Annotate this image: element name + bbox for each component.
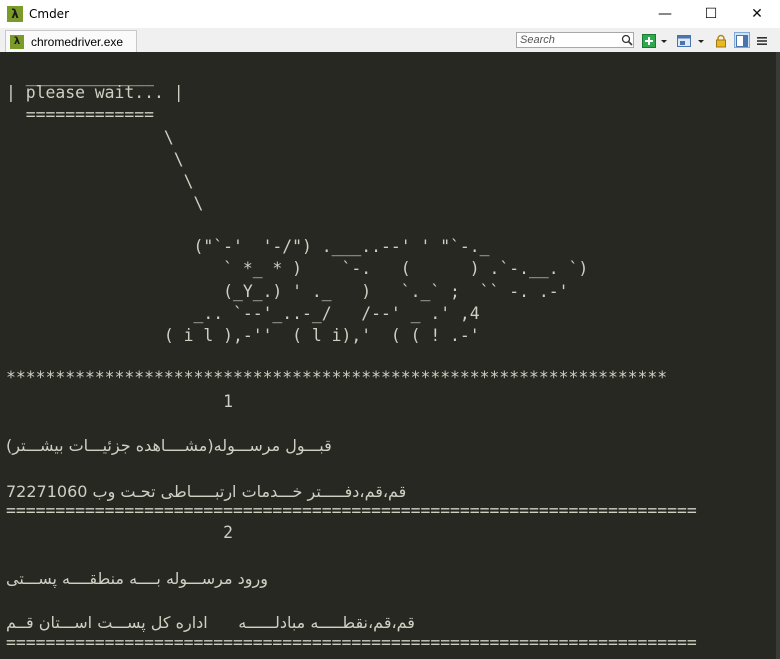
console-line: | please wait... | xyxy=(6,83,184,102)
console-line: ============= xyxy=(6,105,155,124)
persian-line: قم،قم،دفـــــتر خـــدمات ارتبـــــاطی تح… xyxy=(6,482,407,501)
title-bar: λ Cmder — ☐ ✕ xyxy=(0,0,780,28)
console-line: ****************************************… xyxy=(6,368,668,387)
persian-line: ورود مرســـوله بــــه منطقــــه پســـتی xyxy=(6,569,268,588)
console-scrollbar[interactable] xyxy=(776,52,780,659)
search-icon[interactable] xyxy=(620,33,633,47)
console-line: ( i l ),-'' ( l i),' ( ( ! .-' xyxy=(6,326,480,345)
cmder-lambda-icon: λ xyxy=(7,6,23,22)
tab-chromedriver[interactable]: λ chromedriver.exe xyxy=(5,30,137,52)
console-line: \ xyxy=(6,172,194,191)
console-line: 2 xyxy=(6,523,233,542)
maximize-button[interactable]: ☐ xyxy=(688,0,734,28)
console-line: \ xyxy=(6,128,174,147)
search-box xyxy=(516,32,634,48)
console-output[interactable]: _____________ | please wait... | =======… xyxy=(0,52,780,659)
console-line: ========================================… xyxy=(6,633,697,652)
console-line: ========================================… xyxy=(6,501,697,520)
window-list-icon[interactable] xyxy=(677,33,691,47)
console-line: _.. `--'_..-_/ /--' _ .' ,4 xyxy=(6,304,480,323)
dropdown-arrow-icon[interactable] xyxy=(696,33,706,47)
toolbar: λ chromedriver.exe xyxy=(0,28,780,53)
window-title: Cmder xyxy=(29,7,70,21)
console-line: ` *_ * ) `-. ( ) .`-.__. `) xyxy=(6,259,589,278)
console-line: ("`-' '-/") .___..--' ' "`-._ xyxy=(6,237,490,256)
persian-line: قبـــول مرســـوله(مشــــاهده جزئیـــات ب… xyxy=(6,436,332,455)
split-view-icon[interactable] xyxy=(734,32,750,48)
dropdown-arrow-icon[interactable] xyxy=(659,33,669,47)
menu-icon[interactable] xyxy=(755,33,769,47)
window-controls: — ☐ ✕ xyxy=(642,0,780,28)
persian-line: قم،قم،نقطـــــه مبادلــــــه اداره کل پس… xyxy=(6,613,415,632)
console-line: \ xyxy=(6,150,184,169)
tab-label: chromedriver.exe xyxy=(31,34,124,49)
cmder-lambda-icon: λ xyxy=(10,34,24,49)
console-line: (_Y_.) ' ._ ) `._` ; `` -. .-' xyxy=(6,282,569,301)
console-line: \ xyxy=(6,194,204,213)
search-input[interactable] xyxy=(517,33,620,47)
close-button[interactable]: ✕ xyxy=(734,0,780,28)
console-line: 1 xyxy=(6,392,233,411)
minimize-button[interactable]: — xyxy=(642,0,688,28)
new-console-plus-icon[interactable] xyxy=(642,33,656,48)
lock-icon[interactable] xyxy=(714,33,728,48)
